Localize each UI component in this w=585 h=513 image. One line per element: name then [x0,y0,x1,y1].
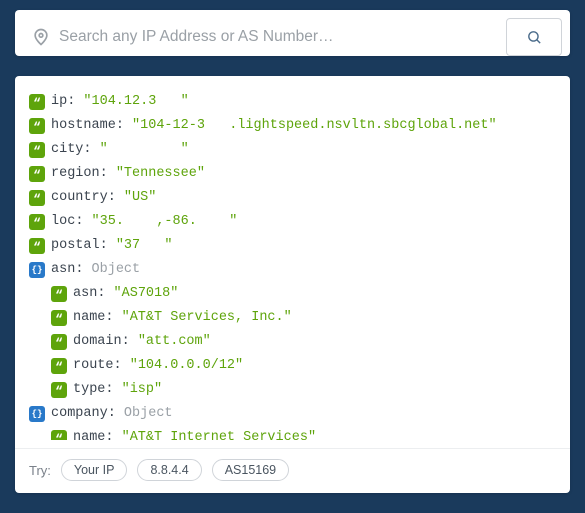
json-value: " " [100,138,189,162]
json-value: "isp" [122,378,163,402]
json-row-ip: ip: "104.12.3 " [29,90,556,114]
try-label: Try: [29,463,51,478]
search-row [23,18,562,56]
json-object-label: Object [92,258,141,282]
json-row-asn[interactable]: asn: Object [29,258,556,282]
string-type-icon [51,382,67,398]
json-value: "37 " [116,234,173,258]
json-key: asn [51,258,75,282]
json-value: "AT&T Services, Inc." [122,306,292,330]
json-key: region [51,162,100,186]
json-key: asn [73,282,97,306]
json-row-city: city: " " [29,138,556,162]
string-type-icon [29,166,45,182]
json-row-hostname: hostname: "104-12-3 .lightspeed.nsvltn.s… [29,114,556,138]
json-value: "Tennessee" [116,162,205,186]
json-key: hostname [51,114,116,138]
string-type-icon [29,190,45,206]
location-pin-icon [31,27,51,47]
json-key: city [51,138,83,162]
search-wrap [23,19,498,55]
json-key: loc [51,210,75,234]
json-row-asn-asn: asn: "AS7018" [29,282,556,306]
json-row-company[interactable]: company: Object [29,402,556,426]
json-view: ip: "104.12.3 " hostname: "104-12-3 .lig… [29,90,556,440]
json-row-company-name: name: "AT&T Internet Services" [29,426,556,440]
json-key: domain [73,330,122,354]
json-row-loc: loc: "35. ,-86. " [29,210,556,234]
json-row-asn-domain: domain: "att.com" [29,330,556,354]
try-chip-your-ip[interactable]: Your IP [61,459,128,481]
json-object-label: Object [124,402,173,426]
search-icon [526,29,543,46]
json-value: "104.12.3 " [83,90,188,114]
json-value: "AT&T Internet Services" [122,426,316,440]
string-type-icon [51,286,67,302]
string-type-icon [51,430,67,440]
string-type-icon [51,334,67,350]
json-key: name [73,426,105,440]
json-value: "104-12-3 .lightspeed.nsvltn.sbcglobal.n… [132,114,497,138]
json-value: "35. ,-86. " [92,210,238,234]
json-value: "att.com" [138,330,211,354]
try-chip-8844[interactable]: 8.8.4.4 [137,459,201,481]
json-key: name [73,306,105,330]
string-type-icon [29,238,45,254]
object-type-icon [29,406,45,422]
json-row-postal: postal: "37 " [29,234,556,258]
result-panel: ip: "104.12.3 " hostname: "104-12-3 .lig… [15,76,570,493]
json-value: "AS7018" [114,282,179,306]
json-value: "104.0.0.0/12" [130,354,243,378]
json-row-asn-route: route: "104.0.0.0/12" [29,354,556,378]
json-value: "US" [124,186,156,210]
try-chip-as15169[interactable]: AS15169 [212,459,289,481]
search-panel [15,10,570,56]
string-type-icon [51,358,67,374]
json-row-asn-name: name: "AT&T Services, Inc." [29,306,556,330]
try-bar: Try: Your IP 8.8.4.4 AS15169 [15,448,570,493]
string-type-icon [29,142,45,158]
json-row-region: region: "Tennessee" [29,162,556,186]
json-key: ip [51,90,67,114]
string-type-icon [29,214,45,230]
json-row-asn-type: type: "isp" [29,378,556,402]
string-type-icon [29,94,45,110]
json-key: postal [51,234,100,258]
json-row-country: country: "US" [29,186,556,210]
json-key: type [73,378,105,402]
string-type-icon [51,310,67,326]
string-type-icon [29,118,45,134]
json-key: company [51,402,108,426]
json-key: country [51,186,108,210]
object-type-icon [29,262,45,278]
json-key: route [73,354,114,378]
search-button[interactable] [506,18,562,56]
search-input[interactable] [59,28,494,46]
